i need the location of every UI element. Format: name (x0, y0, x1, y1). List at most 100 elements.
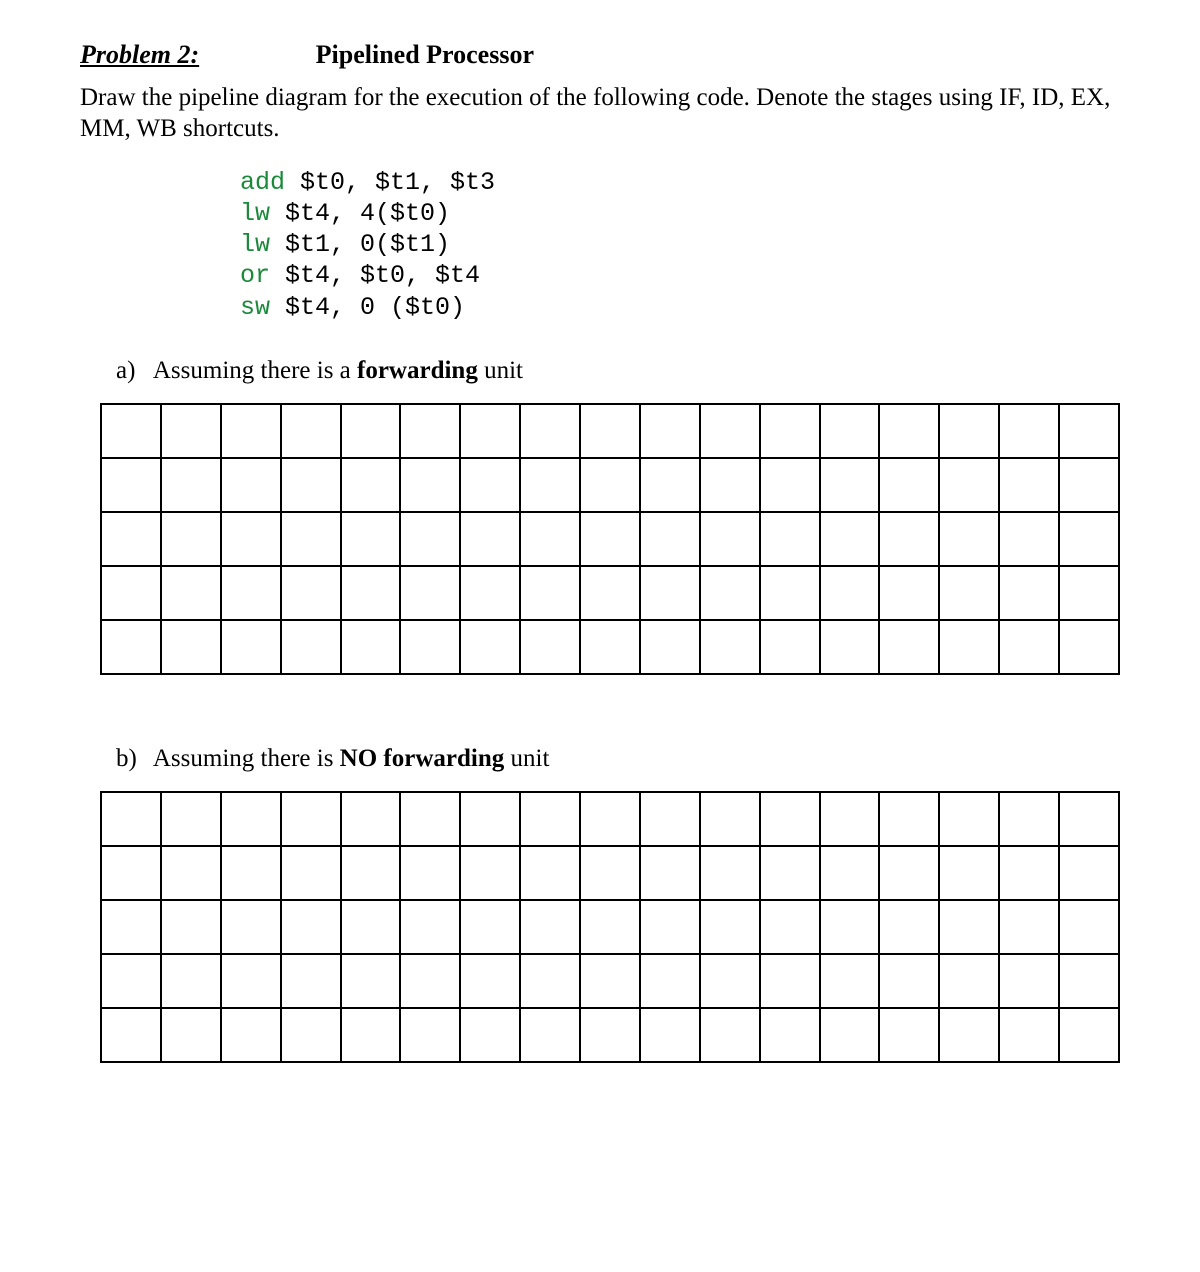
grid-cell (460, 846, 520, 900)
grid-cell (460, 512, 520, 566)
table-row (101, 900, 1119, 954)
grid-cell (161, 954, 221, 1008)
grid-cell (101, 404, 161, 458)
part-bold: forwarding (357, 357, 478, 384)
grid-cell (820, 900, 880, 954)
table-row (101, 1008, 1119, 1062)
grid-cell (640, 1008, 700, 1062)
grid-b-wrap (100, 791, 1120, 1063)
grid-cell (520, 566, 580, 620)
grid-a-wrap (100, 403, 1120, 675)
grid-cell (221, 1008, 281, 1062)
table-row (101, 566, 1119, 620)
grid-cell (760, 792, 820, 846)
grid-cell (161, 1008, 221, 1062)
grid-cell (400, 458, 460, 512)
grid-cell (939, 512, 999, 566)
grid-cell (939, 566, 999, 620)
code-op: add (240, 168, 285, 197)
code-block: add $t0, $t1, $t3 lw $t4, 4($t0) lw $t1,… (240, 167, 1120, 323)
grid-cell (341, 566, 401, 620)
grid-cell (101, 954, 161, 1008)
grid-cell (700, 620, 760, 674)
grid-cell (640, 566, 700, 620)
grid-cell (939, 900, 999, 954)
code-op: lw (240, 199, 270, 228)
grid-cell (640, 792, 700, 846)
grid-cell (760, 1008, 820, 1062)
grid-cell (879, 404, 939, 458)
grid-cell (341, 512, 401, 566)
grid-cell (1059, 792, 1119, 846)
part-text: Assuming there is a (153, 357, 357, 384)
grid-cell (879, 1008, 939, 1062)
part-text: unit (478, 357, 523, 384)
grid-cell (281, 512, 341, 566)
grid-cell (1059, 846, 1119, 900)
grid-b (100, 791, 1120, 1063)
grid-cell (281, 404, 341, 458)
grid-cell (400, 846, 460, 900)
grid-cell (760, 458, 820, 512)
grid-cell (760, 620, 820, 674)
grid-cell (700, 404, 760, 458)
grid-cell (520, 900, 580, 954)
grid-cell (341, 1008, 401, 1062)
grid-cell (760, 566, 820, 620)
grid-cell (341, 846, 401, 900)
grid-cell (700, 1008, 760, 1062)
grid-cell (999, 792, 1059, 846)
grid-cell (221, 458, 281, 512)
table-row (101, 846, 1119, 900)
grid-cell (820, 620, 880, 674)
grid-cell (400, 1008, 460, 1062)
grid-cell (341, 900, 401, 954)
grid-cell (460, 1008, 520, 1062)
grid-cell (520, 458, 580, 512)
grid-cell (580, 846, 640, 900)
grid-cell (460, 620, 520, 674)
grid-cell (879, 512, 939, 566)
grid-cell (520, 954, 580, 1008)
grid-cell (939, 792, 999, 846)
grid-cell (400, 954, 460, 1008)
grid-cell (879, 954, 939, 1008)
grid-cell (879, 620, 939, 674)
grid-cell (101, 458, 161, 512)
grid-cell (281, 458, 341, 512)
table-row (101, 954, 1119, 1008)
grid-cell (879, 846, 939, 900)
grid-cell (161, 846, 221, 900)
grid-cell (700, 846, 760, 900)
grid-cell (460, 792, 520, 846)
grid-cell (820, 512, 880, 566)
grid-cell (520, 846, 580, 900)
code-op: lw (240, 230, 270, 259)
grid-cell (101, 620, 161, 674)
grid-cell (580, 404, 640, 458)
grid-cell (1059, 954, 1119, 1008)
grid-cell (939, 954, 999, 1008)
grid-cell (760, 846, 820, 900)
grid-cell (341, 620, 401, 674)
grid-cell (999, 566, 1059, 620)
grid-cell (221, 404, 281, 458)
grid-cell (221, 620, 281, 674)
grid-cell (1059, 512, 1119, 566)
grid-cell (400, 620, 460, 674)
instructions-text: Draw the pipeline diagram for the execut… (80, 82, 1120, 145)
part-text: Assuming there is (153, 745, 340, 772)
grid-cell (820, 792, 880, 846)
code-rest: $t4, 0 ($t0) (270, 293, 465, 322)
grid-cell (341, 954, 401, 1008)
grid-cell (760, 404, 820, 458)
grid-cell (1059, 404, 1119, 458)
grid-cell (580, 900, 640, 954)
grid-cell (640, 900, 700, 954)
grid-cell (580, 792, 640, 846)
grid-cell (760, 954, 820, 1008)
grid-cell (221, 792, 281, 846)
grid-cell (939, 404, 999, 458)
grid-cell (1059, 620, 1119, 674)
grid-cell (999, 512, 1059, 566)
